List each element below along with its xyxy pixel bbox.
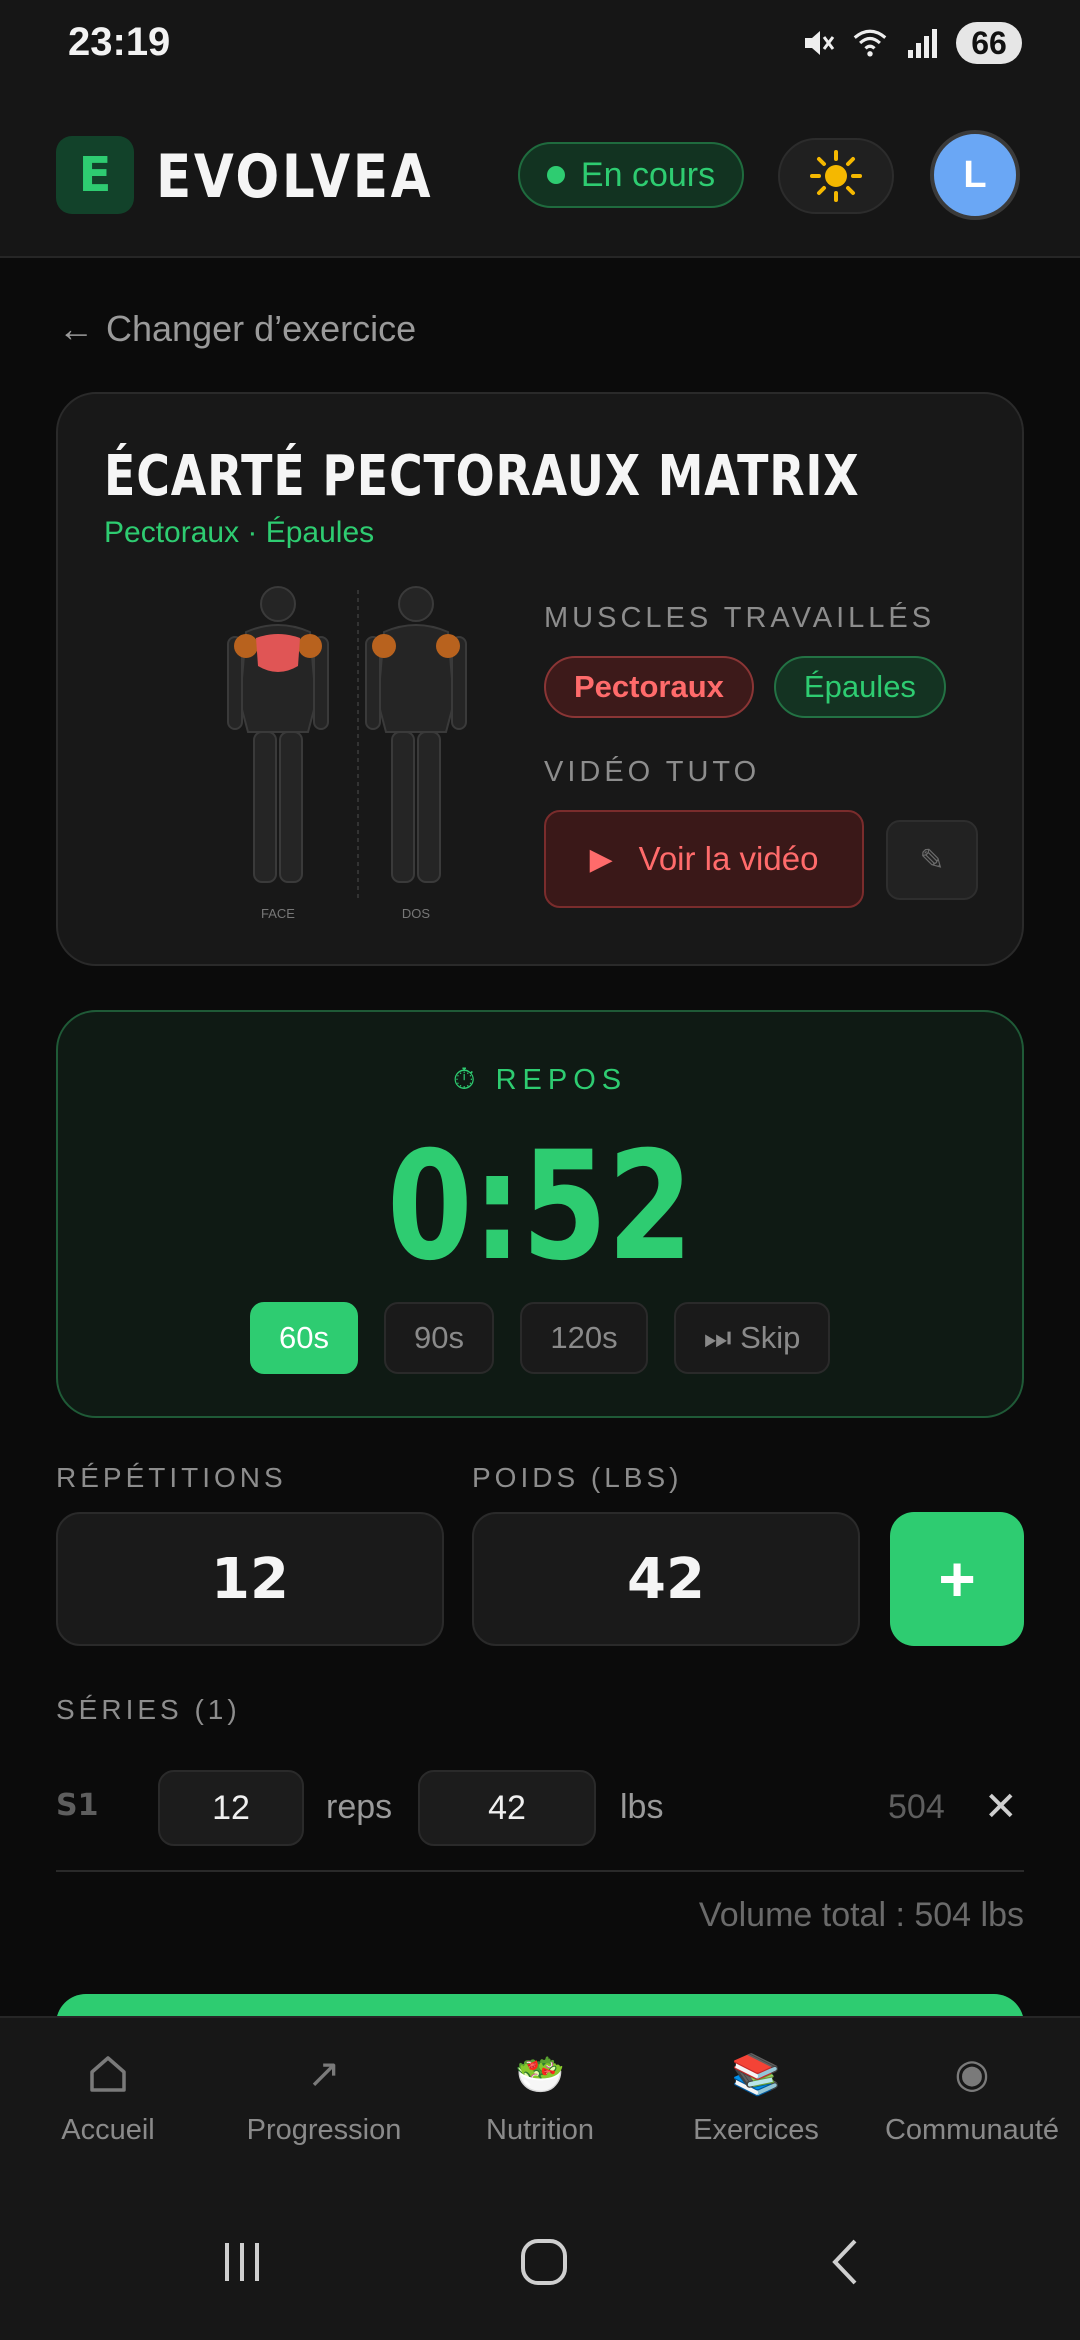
set-reps-input[interactable]: 12 [158, 1770, 304, 1846]
community-icon: ◉ [954, 2052, 990, 2096]
theme-toggle-button[interactable] [778, 138, 894, 214]
sun-icon [810, 150, 862, 202]
session-status-badge: En cours [518, 142, 744, 208]
nav-item-communaute[interactable]: ◉ Communauté [864, 2044, 1080, 2164]
mute-icon [800, 25, 836, 61]
rest-option-90s[interactable]: 90s [384, 1302, 494, 1374]
nav-label-nutrition: Nutrition [486, 2114, 594, 2146]
nav-item-nutrition[interactable]: 🥗 Nutrition [432, 2044, 648, 2164]
recent-apps-button[interactable] [202, 2222, 282, 2302]
weight-input[interactable]: 42 [472, 1512, 860, 1646]
home-system-button[interactable] [504, 2222, 584, 2302]
change-exercise-link[interactable]: ← Changer d’exercice [58, 308, 416, 350]
rest-countdown: 0:52 [387, 1120, 693, 1294]
reps-label: RÉPÉTITIONS [56, 1462, 287, 1493]
wifi-icon [852, 25, 888, 61]
pencil-icon: ✎ [919, 843, 945, 877]
front-body-figure [227, 586, 329, 883]
video-tutorial-label: VIDÉO TUTO [544, 756, 761, 788]
salad-icon: 🥗 [515, 2052, 565, 2097]
weight-label: POIDS (LBS) [472, 1462, 683, 1493]
set-row: S1 12 reps 42 lbs 504 ✕ [56, 1770, 1024, 1846]
delete-set-button[interactable]: ✕ [984, 1784, 1018, 1830]
rest-duration-options: 60s 90s 120s ⏭ Skip [58, 1302, 1022, 1374]
system-navigation-bar [0, 2186, 1080, 2340]
back-arrow-icon: ← [58, 308, 94, 349]
rest-option-120s[interactable]: 120s [520, 1302, 648, 1374]
books-icon: 📚 [731, 2052, 781, 2097]
home-icon [86, 2044, 130, 2104]
trend-up-icon: ↗ [307, 2052, 341, 2096]
status-icons: 66 [800, 20, 1022, 66]
home-circle-icon [521, 2239, 567, 2285]
back-body-figure [365, 586, 467, 883]
set-weight-input[interactable]: 42 [418, 1770, 596, 1846]
set-reps-unit: reps [326, 1788, 393, 1826]
series-divider [56, 1870, 1024, 1872]
watch-video-button[interactable]: ▶ Voir la vidéo [544, 810, 864, 908]
muscle-body-map: FACE DOS [227, 586, 467, 921]
watch-video-label: Voir la vidéo [638, 840, 819, 877]
play-icon: ▶ [589, 842, 613, 876]
nav-label-exercices: Exercices [693, 2114, 819, 2146]
status-bar: 23:19 66 [0, 0, 1080, 86]
status-dot-icon [546, 166, 565, 184]
skip-rest-button[interactable]: ⏭ Skip [674, 1302, 830, 1374]
volume-total: Volume total : 504 lbs [698, 1896, 1024, 1934]
app-header: E EVOLVEA En cours L [0, 86, 1080, 258]
nav-item-exercices[interactable]: 📚 Exercices [648, 2044, 864, 2164]
signal-icon [904, 25, 940, 61]
bottom-navigation: Accueil ↗ Progression 🥗 Nutrition 📚 Exer… [0, 2016, 1080, 2186]
brand-name: EVOLVEA [156, 142, 434, 212]
reps-input[interactable]: 12 [56, 1512, 444, 1646]
nav-item-accueil[interactable]: Accueil [0, 2044, 216, 2164]
exercise-title: ÉCARTÉ PECTORAUX MATRIX [104, 444, 860, 509]
set-volume: 504 [888, 1788, 945, 1826]
status-time: 23:19 [68, 20, 171, 64]
nav-item-progression[interactable]: ↗ Progression [216, 2044, 432, 2164]
muscle-chip-epaules[interactable]: Épaules [773, 656, 946, 718]
nav-label-communaute: Communauté [884, 2114, 1060, 2146]
rest-timer-card: ⏱ REPOS 0:52 60s 90s 120s ⏭ Skip [56, 1010, 1024, 1418]
muscle-chips: Pectoraux Épaules [544, 656, 946, 718]
session-status-label: En cours [580, 155, 716, 194]
exercise-subtitle: Pectoraux · Épaules [104, 516, 375, 549]
rest-option-60s[interactable]: 60s [250, 1302, 358, 1374]
edit-video-button[interactable]: ✎ [886, 820, 978, 900]
change-exercise-label: Changer d’exercice [106, 308, 417, 349]
add-set-button[interactable]: + [890, 1512, 1024, 1646]
series-label: SÉRIES (1) [56, 1694, 241, 1725]
rest-label: ⏱ REPOS [452, 1064, 628, 1096]
nav-label-accueil: Accueil [61, 2114, 155, 2146]
set-weight-unit: lbs [620, 1788, 664, 1826]
set-index: S1 [56, 1788, 99, 1823]
back-chevron-icon [832, 2239, 857, 2285]
exercise-card: ÉCARTÉ PECTORAUX MATRIX Pectoraux · Épau… [56, 392, 1024, 966]
battery-indicator: 66 [956, 22, 1022, 64]
nav-label-progression: Progression [246, 2114, 402, 2146]
user-avatar[interactable]: L [930, 130, 1020, 220]
muscles-worked-label: MUSCLES TRAVAILLÉS [544, 602, 936, 634]
bodymap-front-label: FACE [261, 906, 295, 921]
app-logo[interactable]: E [56, 136, 134, 214]
muscle-chip-pectoraux[interactable]: Pectoraux [544, 656, 754, 718]
bodymap-back-label: DOS [402, 906, 431, 921]
recent-apps-icon [225, 2243, 259, 2281]
logo-letter: E [78, 147, 112, 203]
front-chest-highlight [256, 634, 300, 672]
back-system-button[interactable] [806, 2222, 886, 2302]
